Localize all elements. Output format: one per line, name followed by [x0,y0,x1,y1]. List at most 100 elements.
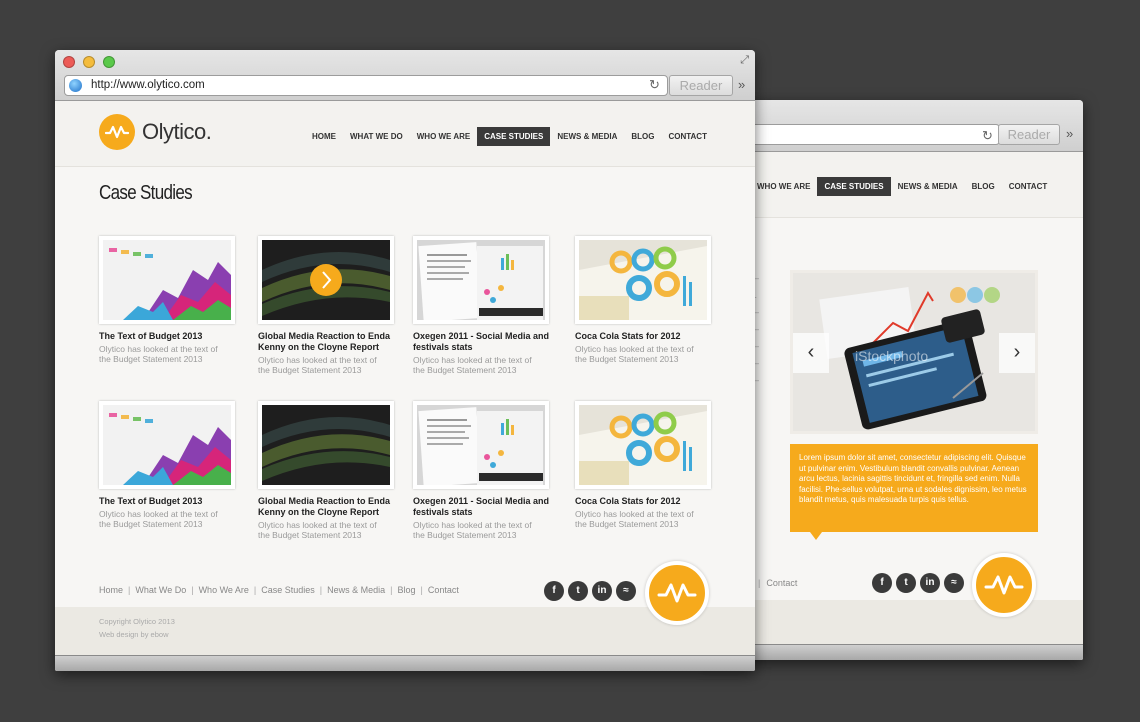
url-text: http://www.olytico.com [91,79,205,91]
rss-icon[interactable]: ≈ [616,581,636,601]
maximize-window-button[interactable] [103,56,115,68]
copyright-block: Copyright Olytico 2013 Web design by ebo… [99,615,175,641]
case-study-description: Olytico has looked at the text of the Bu… [99,344,218,364]
case-study-card[interactable]: Global Media Reaction to Enda Kenny on t… [258,401,408,540]
twitter-icon[interactable]: t [896,573,916,593]
case-study-thumbnail[interactable] [258,401,394,489]
slide-caption: Lorem ipsum dolor sit amet, consectetur … [790,444,1038,540]
nav-news-media[interactable]: NEWS & MEDIA [891,177,965,196]
case-study-card[interactable]: The Text of Budget 2013 Olytico has look… [99,401,249,529]
credit-text: Web design by ebow [99,630,169,639]
footer-link-who-we-are[interactable]: Who We Are [199,585,249,595]
globe-icon [69,79,82,92]
footer-nav: Home | What We Do | Who We Are | Case Studi… [99,585,459,595]
nav-case-studies[interactable]: CASE STUDIES [477,127,551,146]
case-study-title[interactable]: Global Media Reaction to Enda Kenny on t… [258,331,398,353]
nav-contact[interactable]: CONTACT [1002,177,1055,196]
case-study-thumbnail[interactable] [99,236,235,324]
browser-toolbar: ⤢ http://www.olytico.com ↻ Reader » [55,50,755,101]
address-bar[interactable]: http://www.olytico.com [64,75,668,96]
close-window-button[interactable] [63,56,75,68]
window-status-bar [55,655,755,671]
chevron-right-icon[interactable]: » [1066,126,1073,141]
social-links: f t in ≈ [544,581,636,601]
nav-contact[interactable]: CONTACT [661,127,714,146]
case-study-thumbnail[interactable] [413,236,549,324]
slider-next-button[interactable]: › [999,333,1035,373]
footer-link-contact[interactable]: | Contact [758,578,797,588]
case-study-thumbnail[interactable] [258,236,394,324]
footer-link-blog[interactable]: Blog [398,585,416,595]
divider: | [420,585,423,595]
nav-blog[interactable]: BLOG [965,177,1002,196]
footer-logo [972,553,1036,617]
case-study-title[interactable]: The Text of Budget 2013 [99,496,239,507]
site-logo[interactable]: Olytico. [99,114,212,150]
divider: | [128,585,131,595]
divider: | [390,585,393,595]
nav-blog[interactable]: BLOG [624,127,661,146]
wave-logo-icon [972,553,1036,617]
divider: | [191,585,194,595]
nav-home[interactable]: HOME [305,127,343,146]
nav-who-we-are[interactable]: WHO WE ARE [750,177,817,196]
case-study-card[interactable]: The Text of Budget 2013 Olytico has look… [99,236,249,364]
case-study-card[interactable]: Oxegen 2011 - Social Media and festivals… [413,236,563,375]
nav-news-media[interactable]: NEWS & MEDIA [550,127,624,146]
case-study-thumbnail[interactable] [575,236,711,324]
footer-link-home[interactable]: Home [99,585,123,595]
case-study-description: Olytico has looked at the text of the Bu… [575,344,694,364]
case-study-description: Olytico has looked at the text of the Bu… [413,355,532,375]
front-browser-window: ⤢ http://www.olytico.com ↻ Reader » Olyt… [55,50,755,671]
reader-button[interactable]: Reader [669,75,733,96]
linkedin-icon[interactable]: in [592,581,612,601]
case-study-card[interactable]: Global Media Reaction to Enda Kenny on t… [258,236,408,375]
chevron-right-icon[interactable]: » [738,77,745,92]
nav-what-we-do[interactable]: WHAT WE DO [343,127,410,146]
wave-logo-icon [99,114,135,150]
copyright-text: Copyright Olytico 2013 [99,617,175,626]
facebook-icon[interactable]: f [872,573,892,593]
footer-link-what-we-do[interactable]: What We Do [135,585,186,595]
page-title: Case Studies [99,182,193,204]
facebook-icon[interactable]: f [544,581,564,601]
case-study-title[interactable]: Coca Cola Stats for 2012 [575,331,715,342]
case-study-title[interactable]: Oxegen 2011 - Social Media and festivals… [413,331,553,353]
nav-who-we-are[interactable]: WHO WE ARE [410,127,477,146]
twitter-icon[interactable]: t [568,581,588,601]
case-study-card[interactable]: Coca Cola Stats for 2012 Olytico has loo… [575,236,725,364]
reload-icon[interactable]: ↻ [982,128,993,144]
case-study-thumbnail[interactable] [413,401,549,489]
divider: | [319,585,323,595]
linkedin-icon[interactable]: in [920,573,940,593]
nav-case-studies[interactable]: CASE STUDIES [817,177,891,196]
window-status-bar [700,644,1083,660]
case-study-card[interactable]: Coca Cola Stats for 2012 Olytico has loo… [575,401,725,529]
reader-button[interactable]: Reader [998,124,1060,145]
fullscreen-icon[interactable]: ⤢ [740,54,749,67]
slide-watermark: iStockphoto [855,348,928,364]
main-nav: WHO WE ARE CASE STUDIES NEWS & MEDIA BLO… [750,177,1054,196]
case-study-title[interactable]: Global Media Reaction to Enda Kenny on t… [258,496,398,518]
reload-icon[interactable]: ↻ [649,77,660,93]
footer-link-contact[interactable]: Contact [428,585,459,595]
footer-logo [645,561,709,625]
case-study-card[interactable]: Oxegen 2011 - Social Media and festivals… [413,401,563,540]
minimize-window-button[interactable] [83,56,95,68]
case-study-description: Olytico has looked at the text of the Bu… [258,355,377,375]
divider: | [253,585,257,595]
browser-toolbar: ↻ Reader » [700,100,1083,152]
footer-link-news-media[interactable]: News & Media [327,585,385,595]
main-nav: HOME WHAT WE DO WHO WE ARE CASE STUDIES … [305,127,714,146]
case-study-title[interactable]: Coca Cola Stats for 2012 [575,496,715,507]
rss-icon[interactable]: ≈ [944,573,964,593]
case-study-description: Olytico has looked at the text of the Bu… [575,509,694,529]
case-study-thumbnail[interactable] [99,401,235,489]
case-study-title[interactable]: Oxegen 2011 - Social Media and festivals… [413,496,553,518]
case-study-thumbnail[interactable] [575,401,711,489]
case-study-description: Olytico has looked at the text of the Bu… [258,520,377,540]
case-study-description: Olytico has looked at the text of the Bu… [413,520,532,540]
case-study-title[interactable]: The Text of Budget 2013 [99,331,239,342]
slider-prev-button[interactable]: ‹ [793,333,829,373]
footer-link-case-studies[interactable]: Case Studies [261,585,315,595]
